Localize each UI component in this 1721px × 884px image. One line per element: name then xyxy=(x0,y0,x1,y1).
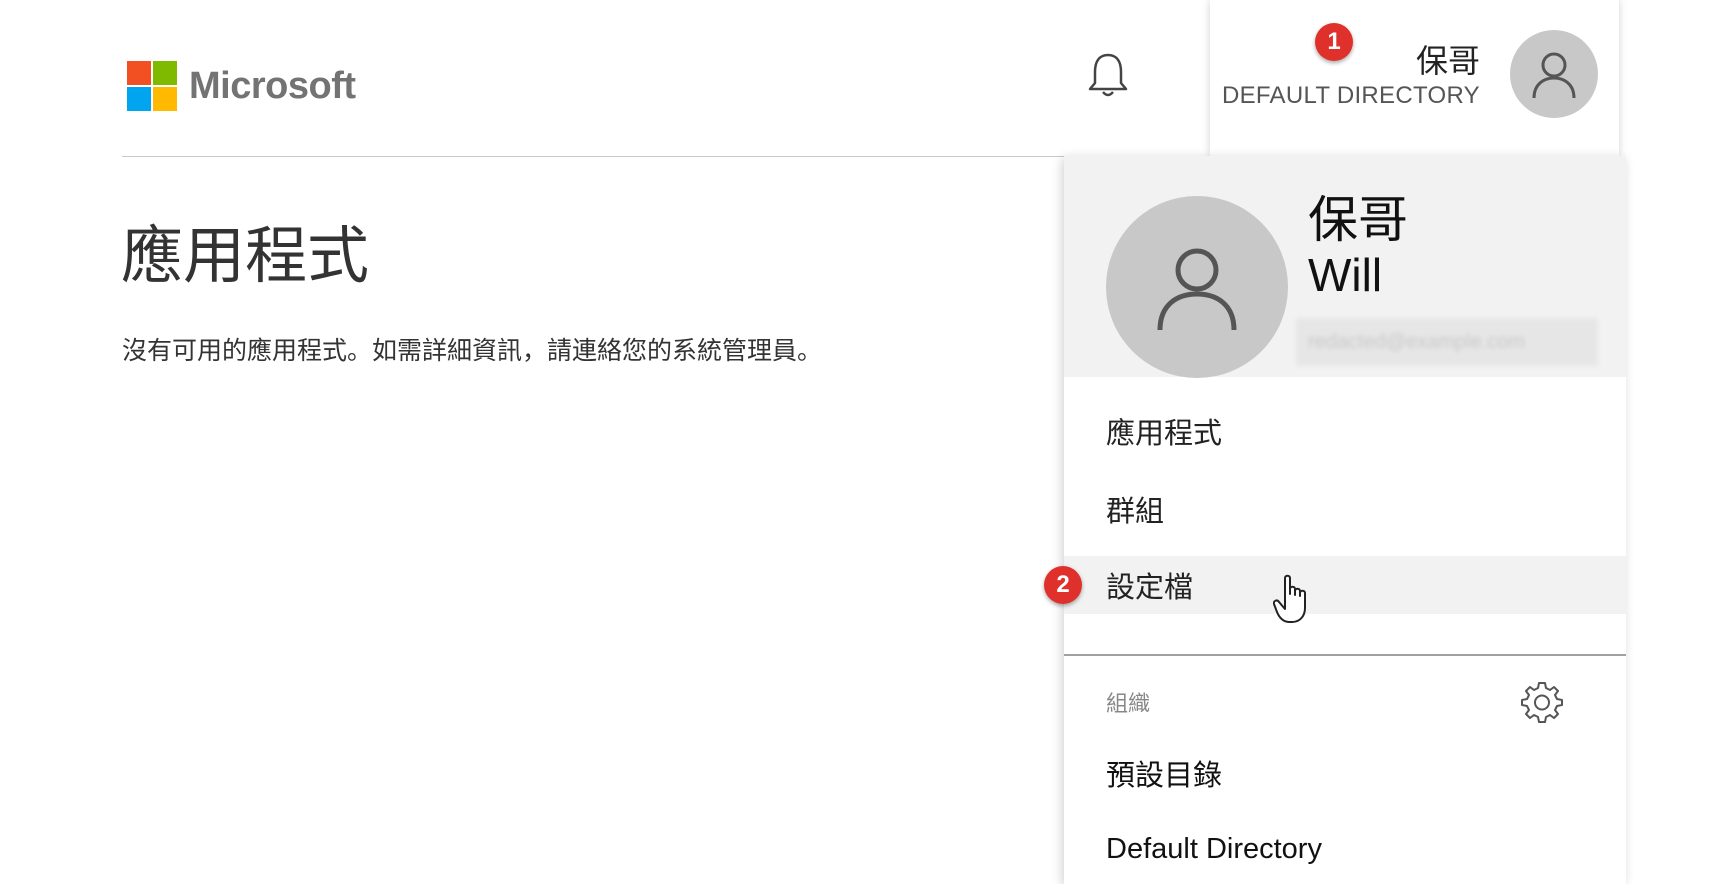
avatar-large xyxy=(1106,196,1288,378)
organization-item-default-directory[interactable]: Default Directory xyxy=(1064,819,1626,879)
organizations-heading: 組織 xyxy=(1106,692,1151,717)
account-dropdown-panel: 保哥 Will redacted@example.com 應用程式 群組 設定檔… xyxy=(1064,156,1626,884)
user-display-name: 保哥 xyxy=(1308,191,1408,249)
account-panel-header: 保哥 Will redacted@example.com xyxy=(1064,156,1626,378)
account-menu-button[interactable]: 保哥 DEFAULT DIRECTORY xyxy=(1210,0,1619,156)
step-badge-2: 2 xyxy=(1044,566,1082,604)
organization-label: 預設目錄 xyxy=(1106,760,1223,792)
brand-name: Microsoft xyxy=(189,64,356,107)
step-badge-1: 1 xyxy=(1315,23,1353,61)
account-name: 保哥 xyxy=(1415,42,1480,80)
avatar xyxy=(1510,30,1598,118)
menu-item-label: 群組 xyxy=(1106,494,1165,528)
bell-icon[interactable] xyxy=(1085,50,1131,100)
hand-cursor-icon xyxy=(1272,574,1313,626)
page-title: 應用程式 xyxy=(121,219,370,292)
person-icon xyxy=(1532,52,1576,99)
empty-apps-message: 沒有可用的應用程式。如需詳細資訊，請連絡您的系統管理員。 xyxy=(122,336,823,365)
menu-item-label: 應用程式 xyxy=(1106,416,1223,450)
menu-item-profile[interactable]: 設定檔 xyxy=(1064,556,1626,614)
organization-item-default[interactable]: 預設目錄 xyxy=(1064,743,1626,803)
menu-item-groups[interactable]: 群組 xyxy=(1064,480,1626,538)
menu-item-label: 設定檔 xyxy=(1106,570,1194,604)
gear-icon[interactable] xyxy=(1520,680,1564,724)
microsoft-logo[interactable]: Microsoft xyxy=(127,61,356,111)
organization-label: Default Directory xyxy=(1106,832,1322,865)
panel-divider xyxy=(1064,654,1626,656)
microsoft-logo-icon xyxy=(127,61,177,111)
user-alias: Will xyxy=(1308,249,1383,301)
person-icon xyxy=(1157,248,1237,331)
header-divider xyxy=(122,156,1065,157)
user-email-redacted: redacted@example.com xyxy=(1296,318,1598,366)
account-directory: DEFAULT DIRECTORY xyxy=(1221,82,1480,109)
menu-item-apps[interactable]: 應用程式 xyxy=(1064,402,1626,460)
